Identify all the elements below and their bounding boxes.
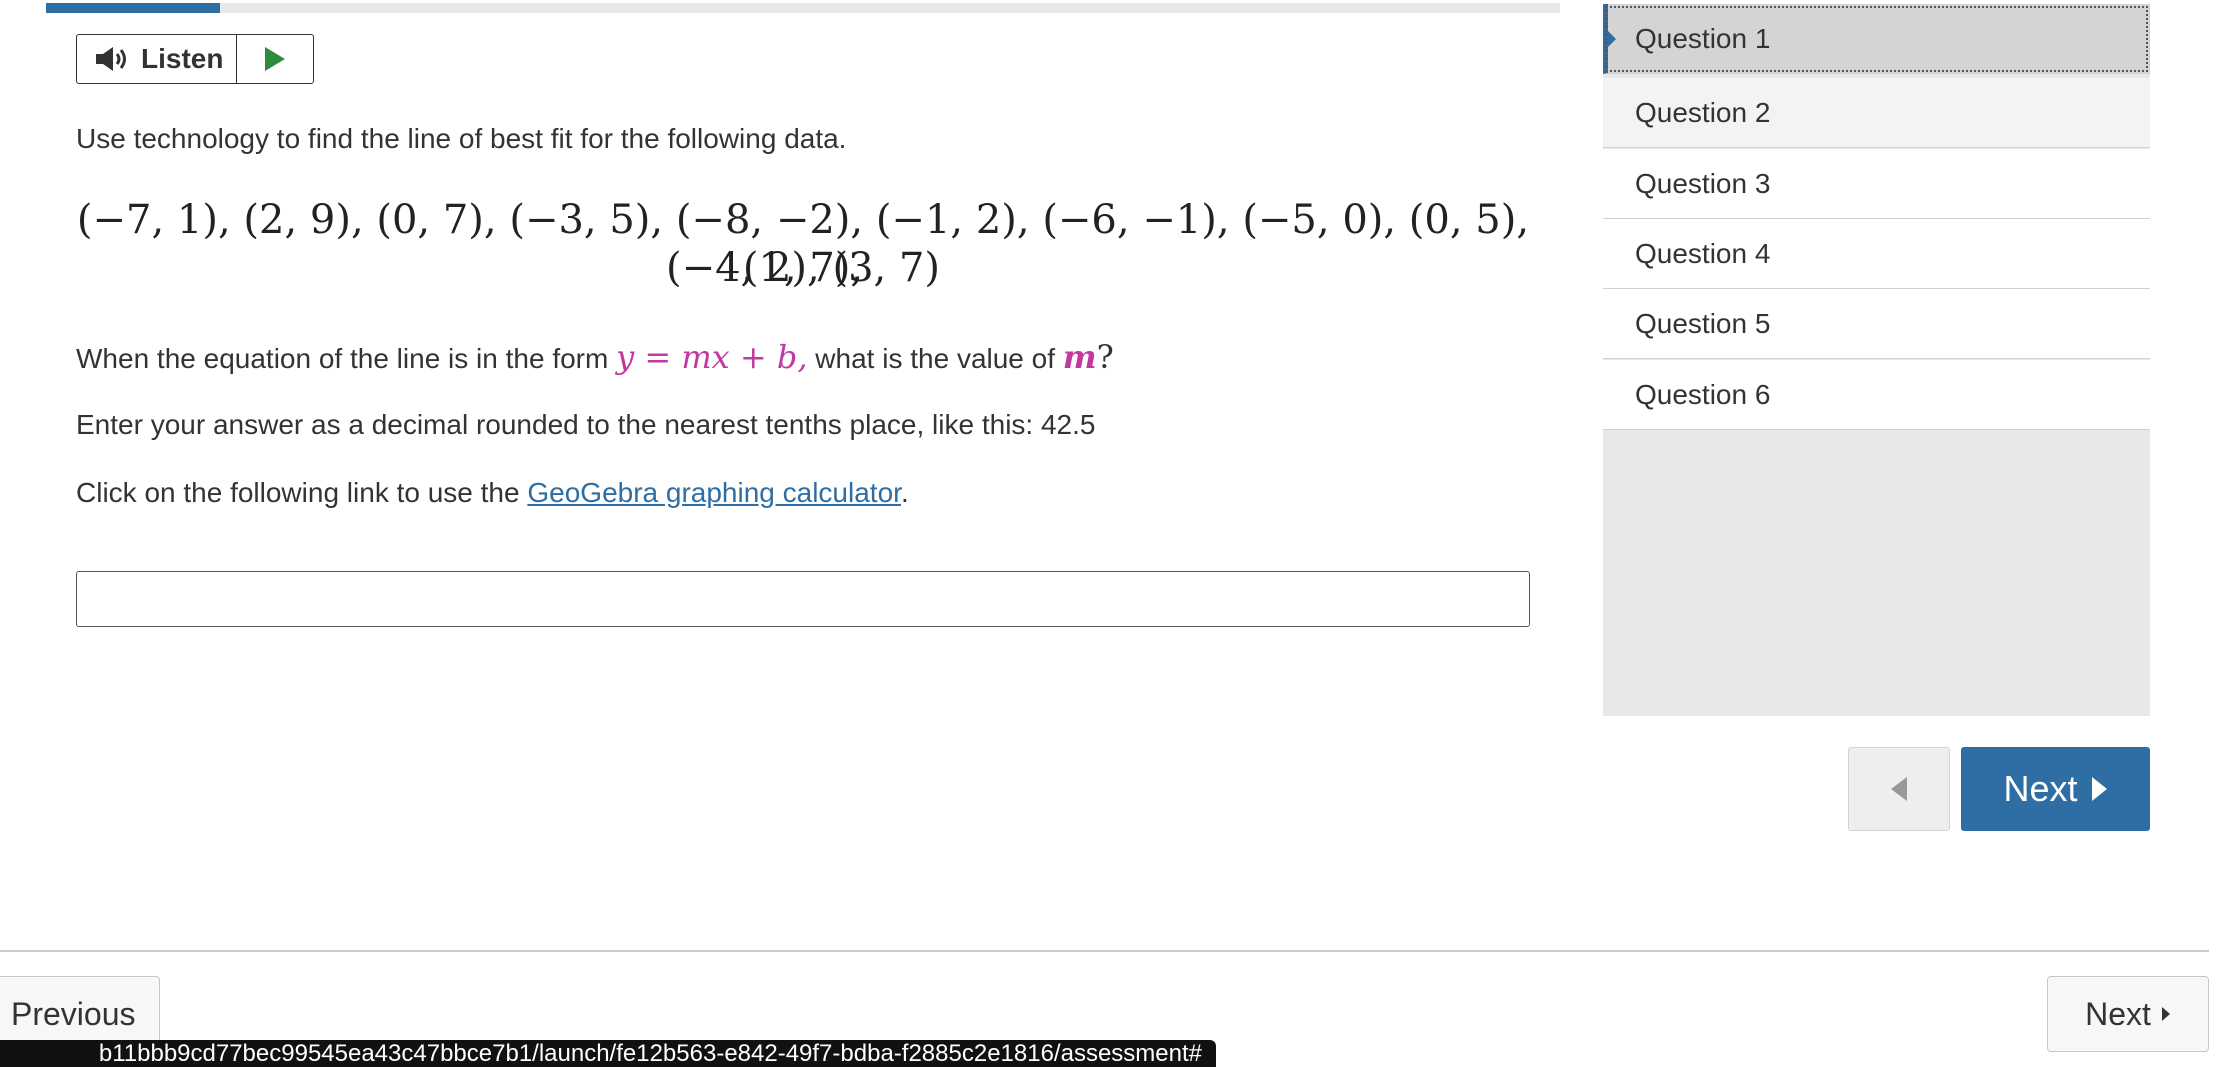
question-intro: Use technology to find the line of best … <box>76 123 847 154</box>
speaker-icon <box>96 47 126 71</box>
previous-page-label: Previous <box>11 995 136 1032</box>
footer-divider <box>0 950 2209 952</box>
calculator-link-line: Click on the following link to use the G… <box>76 477 909 509</box>
question-item-label: Question 1 <box>1635 22 1771 54</box>
previous-question-button[interactable] <box>1848 747 1950 831</box>
play-button[interactable] <box>237 35 313 83</box>
question-item-1[interactable]: Question 1 <box>1603 4 2150 74</box>
question-item-2[interactable]: Question 2 <box>1603 78 2150 148</box>
next-question-button[interactable]: Next <box>1961 747 2150 831</box>
question-item-6[interactable]: Question 6 <box>1603 360 2150 430</box>
prompt-suffix: ? <box>1096 338 1114 376</box>
play-icon <box>265 47 285 71</box>
question-item-5[interactable]: Question 5 <box>1603 289 2150 359</box>
next-page-button[interactable]: Next <box>2047 976 2209 1052</box>
question-item-label: Question 5 <box>1635 307 1771 339</box>
slope-variable: m <box>1062 338 1097 376</box>
prompt-prefix: When the equation of the line is in the … <box>76 343 617 374</box>
question-item-3[interactable]: Question 3 <box>1603 149 2150 219</box>
progress-bar-fill <box>46 3 221 13</box>
question-item-label: Question 6 <box>1635 378 1771 410</box>
line-equation: y = mx + b, <box>616 338 808 376</box>
question-item-label: Question 4 <box>1635 237 1771 269</box>
status-url-text: b11bbb9cd77bec99545ea43c47bbce7b1/launch… <box>98 1040 1202 1067</box>
next-page-label: Next <box>2085 995 2151 1032</box>
geogebra-link[interactable]: GeoGebra graphing calculator <box>527 477 901 508</box>
question-item-4[interactable]: Question 4 <box>1603 219 2150 289</box>
question-item-label: Question 2 <box>1635 96 1771 128</box>
question-prompt: When the equation of the line is in the … <box>76 338 1114 376</box>
answer-input[interactable] <box>76 571 1530 627</box>
question-item-label: Question 3 <box>1635 167 1771 199</box>
caret-right-icon <box>2091 777 2107 801</box>
listen-widget: Listen <box>76 34 314 84</box>
prompt-middle: what is the value of <box>807 343 1063 374</box>
link-status-bar: b11bbb9cd77bec99545ea43c47bbce7b1/launch… <box>0 1040 1216 1067</box>
link-suffix: . <box>900 477 909 508</box>
caret-right-small-icon <box>2161 1007 2170 1021</box>
progress-bar <box>46 3 1560 13</box>
link-prefix: Click on the following link to use the <box>76 477 528 508</box>
question-list-panel: Question 1 Question 2 Question 3 Questio… <box>1603 4 2150 716</box>
data-points-line-2: (−4, 2), (3, 7) <box>665 245 941 291</box>
next-question-label: Next <box>2003 768 2078 809</box>
caret-left-icon <box>1891 777 1907 801</box>
listen-button[interactable]: Listen <box>77 35 237 83</box>
listen-label: Listen <box>141 43 224 74</box>
current-question-marker-icon <box>1608 31 1616 47</box>
answer-instructions: Enter your answer as a decimal rounded t… <box>76 409 1096 440</box>
